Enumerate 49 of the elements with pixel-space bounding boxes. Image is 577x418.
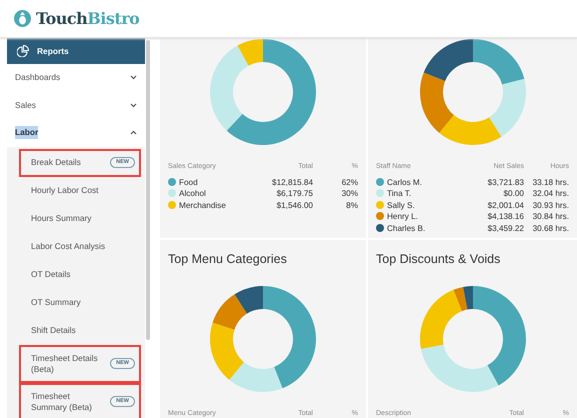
menu-item-label: OT Details [31, 269, 70, 280]
submenu-item[interactable]: Hours Summary [19, 204, 141, 232]
scrollbar[interactable] [146, 40, 150, 340]
menu-item-label: Shift Details [31, 325, 76, 336]
table-cell-text: 30.84 hrs. [532, 211, 569, 223]
table-cell-text: 8% [345, 200, 358, 212]
submenu-item[interactable]: Hourly Labor Cost [19, 176, 141, 204]
sidebar-item[interactable]: Sales [15, 98, 36, 112]
submenu-item[interactable]: Labor Cost Analysis [19, 232, 141, 260]
menu-item-label: Timesheet Summary (Beta) [31, 390, 93, 412]
menu-item-label: Labor Cost Analysis [31, 241, 106, 252]
table-cell-text: $3,721.83 [486, 176, 524, 188]
reports-header[interactable]: Reports [7, 38, 145, 64]
menu-item-label: Hours Summary [31, 213, 92, 224]
table-cell-text: $4,138.16 [486, 211, 524, 223]
submenu-item[interactable]: OT Summary [19, 288, 141, 316]
submenu-item[interactable]: OT Details [19, 260, 141, 288]
pie-chart-icon [17, 45, 29, 57]
sidebar-item[interactable]: Labor [15, 126, 38, 140]
submenu-item[interactable]: Shift Details [19, 316, 141, 344]
table-cell-text: $0.00 [502, 188, 524, 200]
legend-label: Henry L. [387, 212, 418, 221]
table-cell-text: $12,815.84 [271, 176, 313, 188]
table-cell-text: 62% [340, 176, 358, 188]
menu-item-label: Timesheet Details (Beta) [31, 352, 99, 374]
legend-label: Food [179, 178, 198, 186]
card-title: Top Menu Categories [168, 251, 288, 268]
table-cell-text: 30% [340, 188, 358, 200]
table-cell-text: $6,179.75 [276, 188, 313, 200]
brand-name: TouchBistro [36, 8, 140, 30]
card-title: Top Discounts & Voids [376, 251, 502, 268]
menu-item-label: Break Details [31, 157, 81, 168]
legend-label: Tina T. [387, 189, 412, 198]
table-cell-text: $3,459.22 [486, 222, 524, 234]
table-cell-text: $1,546.00 [276, 200, 313, 212]
sidebar-item[interactable]: Dashboards [15, 71, 60, 84]
legend-label: Charles B. [387, 224, 426, 232]
table-cell-text: $2,001.04 [486, 200, 524, 212]
legend-label: Merchandise [179, 200, 226, 210]
logo-icon [14, 10, 31, 27]
legend-label: Sally S. [387, 200, 415, 210]
table-cell-text: 30.68 hrs. [532, 222, 569, 234]
legend-label: Alcohol [179, 189, 206, 198]
table-cell-text: 32.04 hrs. [532, 188, 569, 200]
table-cell-text: 30.93 hrs. [532, 200, 569, 212]
menu-item-label: Hourly Labor Cost [31, 185, 98, 196]
legend-label: Carlos M. [387, 178, 422, 186]
table-cell-text: 33.18 hrs. [532, 176, 569, 188]
menu-item-label: OT Summary [31, 297, 81, 308]
